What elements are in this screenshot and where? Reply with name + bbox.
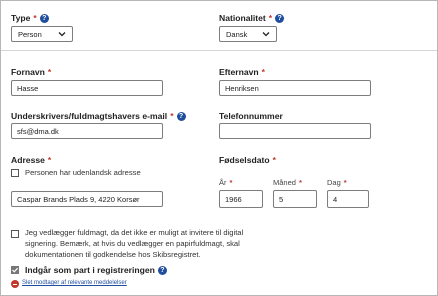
day-label: Dag * <box>327 178 347 187</box>
email-input[interactable]: sfs@dma.dk <box>11 123 163 139</box>
section-divider <box>1 50 437 51</box>
first-name-value: Hasse <box>17 83 39 93</box>
help-icon[interactable]: ? <box>39 13 49 23</box>
address-value: Caspar Brands Plads 9, 4220 Korsør <box>17 194 140 204</box>
phone-input[interactable] <box>219 123 371 139</box>
last-name-value: Henriksen <box>225 83 259 93</box>
type-select-value: Person <box>18 29 42 39</box>
first-name-input[interactable]: Hasse <box>11 80 163 96</box>
registration-party-label: Indgår som part i registreringen ? <box>25 265 167 275</box>
day-value: 4 <box>333 194 338 204</box>
month-input[interactable]: 5 <box>273 190 317 208</box>
first-name-label: Fornavn * <box>11 67 52 77</box>
month-value: 5 <box>279 194 284 204</box>
phone-label: Telefonnummer <box>219 111 283 121</box>
email-value: sfs@dma.dk <box>17 126 59 136</box>
power-of-attorney-line: Jeg vedlægger fuldmagt, da det ikke er m… <box>25 228 244 237</box>
chevron-down-icon <box>58 32 66 37</box>
power-of-attorney-checkbox[interactable] <box>11 230 19 238</box>
email-label: Underskrivers/fuldmagtshavers e-mail * ? <box>11 111 186 121</box>
help-icon[interactable]: ? <box>157 265 167 275</box>
remove-icon[interactable] <box>11 280 19 288</box>
foreign-address-label: Personen har udenlandsk adresse <box>25 168 141 177</box>
required-marker: * <box>261 67 265 77</box>
address-input[interactable]: Caspar Brands Plads 9, 4220 Korsør <box>11 191 163 207</box>
power-of-attorney-text: Jeg vedlægger fuldmagt, da det ikke er m… <box>25 227 275 260</box>
remove-recipient-link[interactable]: Slet modtager af relevante meddelelser <box>22 280 127 286</box>
last-name-label: Efternavn * <box>219 67 265 77</box>
foreign-address-checkbox[interactable] <box>11 169 19 177</box>
registration-party-checkbox[interactable] <box>11 266 19 274</box>
type-select[interactable]: Person <box>11 26 73 42</box>
year-label: År * <box>219 178 233 187</box>
required-marker: * <box>33 13 37 23</box>
year-input[interactable]: 1966 <box>219 190 263 208</box>
required-marker: * <box>170 111 174 121</box>
nationality-select-value: Dansk <box>226 29 248 39</box>
last-name-input[interactable]: Henriksen <box>219 80 371 96</box>
form-panel: Type * ? Person Nationalitet * ? Dansk For… <box>0 0 438 296</box>
month-label: Måned * <box>273 178 302 187</box>
day-input[interactable]: 4 <box>327 190 369 208</box>
required-marker: * <box>47 67 52 77</box>
nationality-label: Nationalitet * ? <box>219 13 285 23</box>
chevron-down-icon <box>262 32 270 37</box>
birthdate-label: Fødselsdato * <box>219 155 276 165</box>
power-of-attorney-line: dokumentationen til godkendelse hos Skib… <box>25 250 201 259</box>
nationality-select[interactable]: Dansk <box>219 26 277 42</box>
address-label: Adresse * <box>11 155 52 165</box>
required-marker: * <box>47 155 52 165</box>
required-marker: * <box>268 13 273 23</box>
power-of-attorney-line: signering. Bemærk, at hvis du vedlægger … <box>25 239 240 248</box>
required-marker: * <box>272 155 276 165</box>
help-icon[interactable]: ? <box>275 13 285 23</box>
help-icon[interactable]: ? <box>176 111 186 121</box>
type-label: Type * ? <box>11 13 49 23</box>
year-value: 1966 <box>225 194 242 204</box>
check-icon <box>12 267 19 273</box>
